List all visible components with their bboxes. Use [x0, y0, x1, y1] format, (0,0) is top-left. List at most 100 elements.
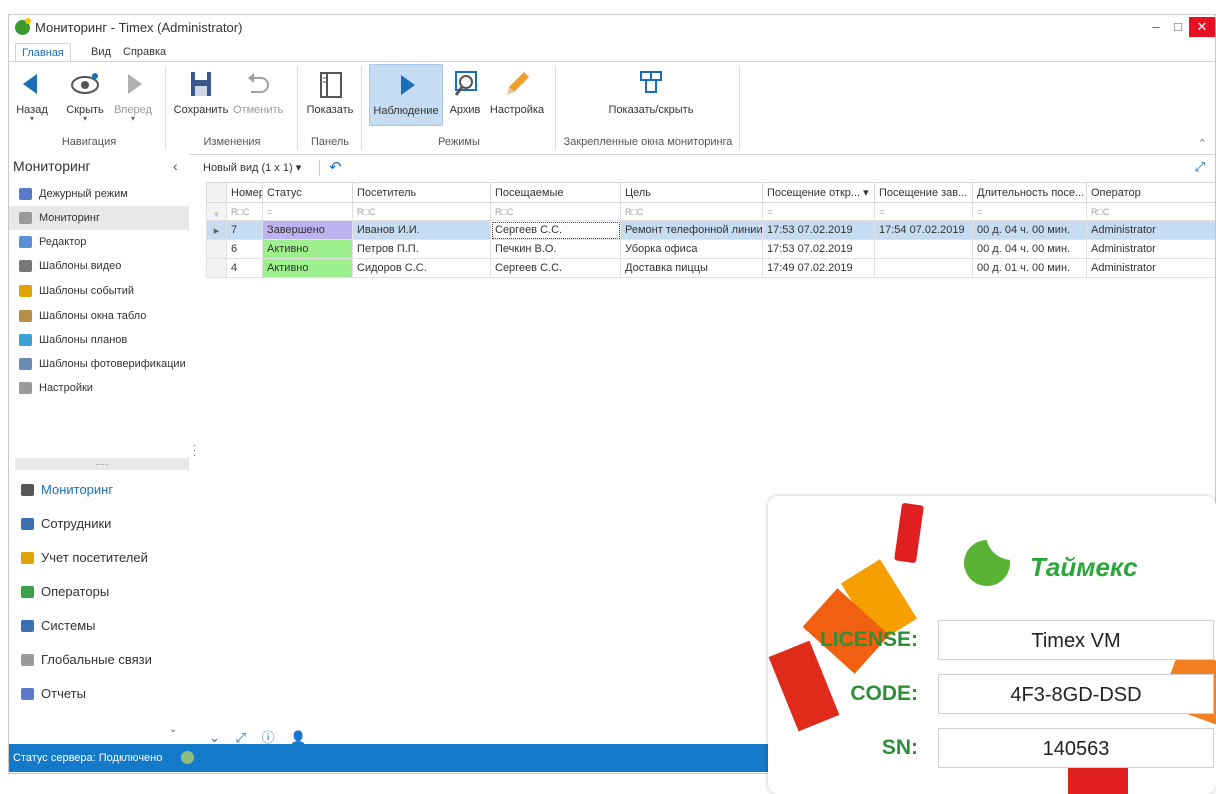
column-header[interactable]: Посещение откр... ▾ [762, 182, 875, 203]
column-header[interactable]: Длительность посе... [972, 182, 1087, 203]
cell-opened[interactable]: 17:49 07.02.2019 [762, 258, 875, 278]
filter-cell[interactable]: R□C [490, 202, 621, 221]
pencil-icon [500, 68, 534, 100]
cell-host[interactable]: Сергеев С.С. [490, 220, 621, 240]
cell-visitor[interactable]: Петров П.П. [352, 239, 491, 259]
filter-cell[interactable]: = [762, 202, 875, 221]
settings-mode-button[interactable]: Настройка [489, 64, 545, 126]
filter-cell[interactable]: R□C [1086, 202, 1215, 221]
sidebar-item-video-templates[interactable]: Шаблоны видео [9, 254, 189, 278]
cell-duration[interactable]: 00 д. 01 ч. 00 мин. [972, 258, 1087, 278]
sidebar-item-monitoring[interactable]: Мониторинг [9, 206, 189, 230]
cell-number[interactable]: 6 [226, 239, 263, 259]
expand-icon[interactable]: ⤢ [1195, 159, 1205, 175]
cell-opened[interactable]: 17:53 07.02.2019 [762, 239, 875, 259]
column-header[interactable]: Посетитель [352, 182, 491, 203]
table-row[interactable]: ▸ 7 Завершено Иванов И.И. Сергеев С.С. Р… [206, 220, 1215, 240]
nav-item-operators[interactable]: Операторы [9, 576, 189, 608]
forward-button[interactable]: Вперед ▾ [113, 64, 153, 126]
show-panel-button[interactable]: Показать [305, 64, 355, 126]
observe-mode-button[interactable]: Наблюдение [369, 64, 443, 126]
back-button[interactable]: Назад ▾ [15, 64, 49, 126]
map-icon [19, 334, 32, 346]
sidebar-item-photo-templates[interactable]: Шаблоны фотоверификации [9, 352, 189, 376]
filter-cell[interactable]: R□C [226, 202, 263, 221]
cell-duration[interactable]: 00 д. 04 ч. 00 мин. [972, 220, 1087, 240]
cell-number[interactable]: 7 [226, 220, 263, 240]
maximize-button[interactable]: □ [1167, 17, 1189, 37]
code-value: 4F3-8GD-DSD [938, 674, 1214, 714]
group-separator [739, 66, 740, 150]
column-header[interactable]: Статус [262, 182, 353, 203]
filter-cell[interactable]: = [874, 202, 973, 221]
nav-item-reports[interactable]: Отчеты [9, 678, 189, 710]
tab-view[interactable]: Вид [85, 43, 117, 61]
column-header[interactable]: Оператор [1086, 182, 1215, 203]
nav-item-monitoring[interactable]: Мониторинг [9, 474, 189, 506]
nav-item-systems[interactable]: Системы [9, 610, 189, 642]
sidebar-item-editor[interactable]: Редактор [9, 230, 189, 254]
cell-operator[interactable]: Administrator [1086, 239, 1215, 259]
cell-operator[interactable]: Administrator [1086, 220, 1215, 240]
visits-table: Номер Статус Посетитель Посещаемые Цель … [206, 182, 1215, 278]
cell-duration[interactable]: 00 д. 04 ч. 00 мин. [972, 239, 1087, 259]
sidebar-item-board-templates[interactable]: Шаблоны окна табло [9, 304, 189, 328]
column-header[interactable]: Посещаемые [490, 182, 621, 203]
more-items-chevron-icon[interactable]: ⌄ [169, 724, 177, 735]
cell-status[interactable]: Активно [262, 258, 353, 278]
cell-opened[interactable]: 17:53 07.02.2019 [762, 220, 875, 240]
sidebar-item-event-templates[interactable]: Шаблоны событий [9, 279, 189, 303]
cancel-button[interactable]: Отменить [233, 64, 283, 126]
view-selector[interactable]: Новый вид (1 x 1) ▾ [203, 161, 301, 174]
tab-help[interactable]: Справка [117, 43, 172, 61]
close-button[interactable]: ✕ [1189, 17, 1215, 37]
cell-host[interactable]: Печкин В.О. [490, 239, 621, 259]
row-indicator [206, 239, 227, 259]
cell-status[interactable]: Активно [262, 239, 353, 259]
table-row[interactable]: 4 Активно Сидоров С.С. Сергеев С.С. Дост… [206, 258, 1215, 278]
cell-visitor[interactable]: Сидоров С.С. [352, 258, 491, 278]
nav-item-employees[interactable]: Сотрудники [9, 508, 189, 540]
column-header[interactable]: Посещение зав... [874, 182, 973, 203]
chevron-down-icon[interactable]: ⌄ [209, 730, 220, 745]
reports-icon [21, 688, 34, 700]
cell-visitor[interactable]: Иванов И.И. [352, 220, 491, 240]
sidebar-item-duty-mode[interactable]: Дежурный режим [9, 182, 189, 206]
sidebar-item-plan-templates[interactable]: Шаблоны планов [9, 328, 189, 352]
sidebar-splitter[interactable]: ...... [15, 458, 189, 470]
expand-icon[interactable]: ⤢ [236, 730, 246, 745]
cell-operator[interactable]: Administrator [1086, 258, 1215, 278]
filter-cell[interactable]: R□C [352, 202, 491, 221]
cell-closed[interactable] [874, 239, 973, 259]
filter-cell[interactable]: R□C [620, 202, 763, 221]
column-header[interactable]: Цель [620, 182, 763, 203]
undo-icon[interactable]: ↶ [329, 158, 342, 176]
user-icon[interactable]: 👤 [290, 730, 306, 745]
filter-cell[interactable]: = [262, 202, 353, 221]
cell-number[interactable]: 4 [226, 258, 263, 278]
collapse-ribbon-icon[interactable]: ⌃ [1198, 137, 1207, 150]
cell-status[interactable]: Завершено [262, 220, 353, 240]
ribbon-tabs: Главная Вид Справка [9, 43, 1215, 62]
archive-mode-button[interactable]: Архив [445, 64, 485, 126]
hide-button[interactable]: Скрыть ▾ [65, 64, 105, 126]
cell-host[interactable]: Сергеев С.С. [490, 258, 621, 278]
cell-closed[interactable] [874, 258, 973, 278]
save-button[interactable]: Сохранить [173, 64, 229, 126]
sidebar-collapse-icon[interactable]: ‹ [173, 158, 178, 174]
sidebar-item-settings[interactable]: Настройки [9, 376, 189, 400]
nav-item-visitors[interactable]: Учет посетителей [9, 542, 189, 574]
filter-cell[interactable]: = [972, 202, 1087, 221]
panel-resize-handle[interactable]: · · · [193, 441, 196, 461]
cell-purpose[interactable]: Ремонт телефонной линии [620, 220, 763, 240]
table-row[interactable]: 6 Активно Петров П.П. Печкин В.О. Уборка… [206, 239, 1215, 259]
cell-purpose[interactable]: Уборка офиса [620, 239, 763, 259]
cell-purpose[interactable]: Доставка пиццы [620, 258, 763, 278]
info-icon[interactable]: ⓘ [262, 730, 275, 745]
show-hide-pinned-button[interactable]: Показать/скрыть [601, 64, 701, 126]
minimize-button[interactable]: – [1145, 17, 1167, 37]
tab-main[interactable]: Главная [15, 43, 71, 62]
column-header[interactable]: Номер [226, 182, 263, 203]
nav-item-global-links[interactable]: Глобальные связи [9, 644, 189, 676]
cell-closed[interactable]: 17:54 07.02.2019 [874, 220, 973, 240]
